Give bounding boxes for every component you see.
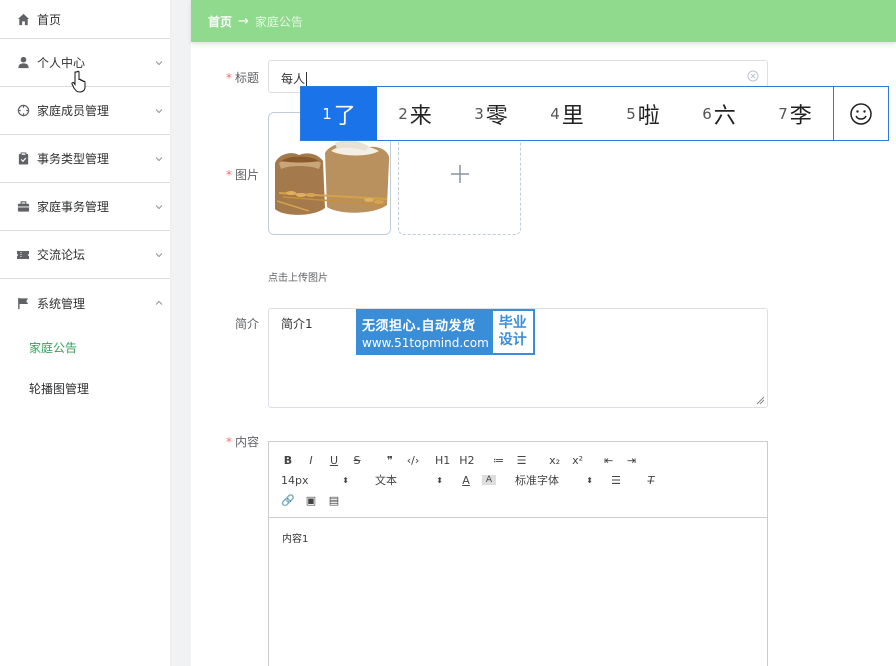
strike-button[interactable]: S (350, 454, 364, 467)
sidebar-item-label: 个人中心 (37, 56, 86, 70)
watermark-line2: www.51topmind.com (362, 335, 489, 350)
chevron-up-icon (155, 300, 163, 305)
breadcrumb: 首页 → 家庭公告 (191, 0, 896, 42)
blockquote-button[interactable]: ❞ (383, 454, 397, 467)
sidebar-subitem-family-notice[interactable]: 家庭公告 (0, 327, 170, 368)
breadcrumb-current: 家庭公告 (254, 14, 303, 29)
gutter (171, 0, 191, 666)
font-color-icon[interactable]: A (459, 474, 473, 487)
sidebar-subitem-label: 轮播图管理 (29, 382, 90, 396)
plus-icon (450, 164, 469, 183)
code-block-button[interactable]: ‹/› (406, 454, 420, 467)
user-icon (16, 56, 30, 70)
sidebar-subitem-carousel[interactable]: 轮播图管理 (0, 368, 170, 409)
bullet-list-button[interactable]: ☰ (515, 454, 529, 467)
ime-candidate[interactable]: 6六 (681, 87, 757, 140)
image-icon[interactable]: ▣ (304, 494, 318, 507)
h2-button[interactable]: H2 (459, 454, 474, 467)
content-label: * 内容 (225, 435, 259, 449)
title-label: * 标题 (225, 71, 259, 85)
sidebar-item-family-affairs[interactable]: 家庭事务管理 (0, 183, 170, 231)
clipboard-icon (16, 152, 30, 166)
sidebar-item-family-members[interactable]: 家庭成员管理 (0, 87, 170, 135)
chevron-down-icon (155, 108, 163, 113)
breadcrumb-home[interactable]: 首页 (208, 13, 232, 30)
subscript-button[interactable]: x₂ (548, 454, 562, 467)
upload-hint: 点击上传图片 (268, 273, 328, 284)
clear-format-icon[interactable]: T̶ (644, 474, 658, 487)
title-input-value: 每人 (281, 72, 306, 86)
editor-toolbar: B I U S ❞ ‹/› H1 H2 ≔ ☰ x₂ x² ⇤ ⇥ 14px ⬍ … (269, 442, 767, 518)
clear-icon[interactable] (747, 70, 759, 82)
sidebar-item-label: 事务类型管理 (37, 152, 110, 166)
align-icon[interactable]: ☰ (609, 474, 623, 487)
sidebar-item-label: 首页 (37, 12, 62, 27)
ime-candidate[interactable]: 7李 (757, 87, 833, 140)
watermark-right1: 毕业 (498, 315, 527, 331)
watermark-right2: 设计 (498, 332, 527, 348)
ime-candidate[interactable]: 5啦 (605, 87, 681, 140)
video-icon[interactable]: ▤ (327, 494, 341, 507)
intro-value: 简介1 (281, 317, 313, 331)
underline-button[interactable]: U (327, 454, 341, 467)
breadcrumb-separator: → (238, 13, 249, 29)
editor-content[interactable]: 内容1 (269, 518, 767, 557)
ime-candidate[interactable]: 3零 (453, 87, 529, 140)
h1-button[interactable]: H1 (435, 454, 450, 467)
resize-handle-icon[interactable] (756, 396, 765, 405)
crosshair-icon (16, 104, 30, 118)
home-icon (16, 12, 30, 26)
superscript-button[interactable]: x² (571, 454, 585, 467)
indent-button[interactable]: ⇥ (625, 454, 639, 467)
chevron-down-icon (155, 156, 163, 161)
ime-candidate[interactable]: 2来 (377, 87, 453, 140)
block-type-select[interactable]: 文本 ⬍ (375, 472, 443, 488)
background-color-icon[interactable]: A (482, 475, 496, 485)
content-value: 内容1 (282, 534, 309, 545)
outdent-button[interactable]: ⇤ (602, 454, 616, 467)
font-size-select[interactable]: 14px ⬍ (281, 474, 349, 487)
italic-button[interactable]: I (304, 454, 318, 467)
ime-candidate[interactable]: 4里 (529, 87, 605, 140)
bold-button[interactable]: B (281, 454, 295, 467)
ordered-list-button[interactable]: ≔ (492, 454, 506, 467)
sidebar-subitem-label: 家庭公告 (29, 341, 78, 355)
sidebar-item-forum[interactable]: 交流论坛 (0, 231, 170, 279)
chevron-down-icon (155, 252, 163, 257)
emoji-icon[interactable] (833, 87, 888, 140)
sidebar-item-label: 家庭事务管理 (37, 200, 110, 214)
sidebar-item-home[interactable]: 首页 (0, 0, 170, 39)
intro-label: 简介 (234, 317, 259, 331)
sidebar: 首页 个人中心 家庭成员管理 事务类型管理 家庭事务管理 交流论坛 系统管理 家… (0, 0, 171, 666)
sidebar-item-system[interactable]: 系统管理 (0, 279, 170, 327)
briefcase-icon (16, 200, 30, 214)
chevron-down-icon (155, 60, 163, 65)
font-family-select[interactable]: 标准字体 ⬍ (515, 472, 593, 488)
sidebar-item-affair-types[interactable]: 事务类型管理 (0, 135, 170, 183)
hand-cursor-icon (71, 70, 86, 93)
flag-icon (16, 296, 30, 310)
ime-candidate[interactable]: 1了 (301, 87, 377, 140)
ime-candidate-bar: 1了 2来 3零 4里 5啦 6六 7李 (300, 86, 889, 141)
watermark-line1: 无须担心.自动发货 (362, 318, 476, 334)
rich-text-editor: B I U S ❞ ‹/› H1 H2 ≔ ☰ x₂ x² ⇤ ⇥ 14px ⬍ … (268, 441, 768, 666)
sidebar-item-label: 家庭成员管理 (37, 104, 110, 118)
image-label: * 图片 (225, 168, 259, 182)
sidebar-item-label: 交流论坛 (37, 248, 86, 262)
link-icon[interactable]: 🔗 (281, 494, 295, 507)
chevron-down-icon (155, 204, 163, 209)
sidebar-item-label: 系统管理 (37, 296, 86, 311)
ticket-icon (16, 248, 30, 262)
watermark-badge: 无须担心.自动发货 www.51topmind.com 毕业 设计 (356, 309, 535, 355)
